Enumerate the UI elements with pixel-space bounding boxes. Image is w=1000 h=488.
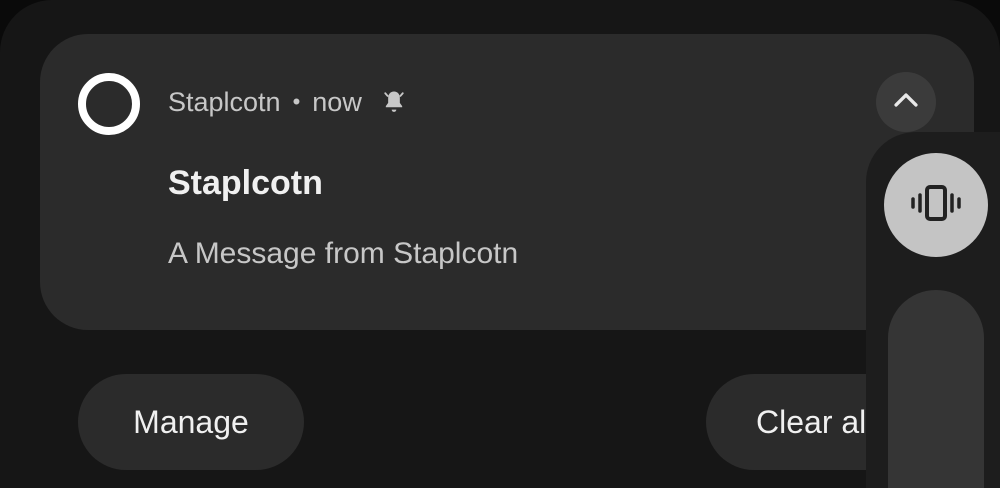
vibrate-icon xyxy=(907,183,965,228)
notification-message: A Message from Staplcotn xyxy=(168,237,519,270)
collapse-button[interactable] xyxy=(876,72,936,132)
manage-button[interactable]: Manage xyxy=(78,374,304,470)
notification-time: now xyxy=(312,86,362,117)
bell-icon xyxy=(380,88,408,116)
notification-title: Staplcotn xyxy=(168,164,323,202)
ringer-mode-button[interactable] xyxy=(884,153,988,257)
manage-button-label: Manage xyxy=(133,403,249,440)
notification-header: Staplcotn • now xyxy=(168,84,408,120)
header-separator: • xyxy=(292,89,301,114)
clear-all-button-label: Clear all xyxy=(756,403,874,440)
chevron-up-icon xyxy=(889,83,923,122)
app-name: Staplcotn xyxy=(168,86,281,117)
app-icon xyxy=(78,73,140,135)
volume-slider[interactable] xyxy=(888,290,984,488)
